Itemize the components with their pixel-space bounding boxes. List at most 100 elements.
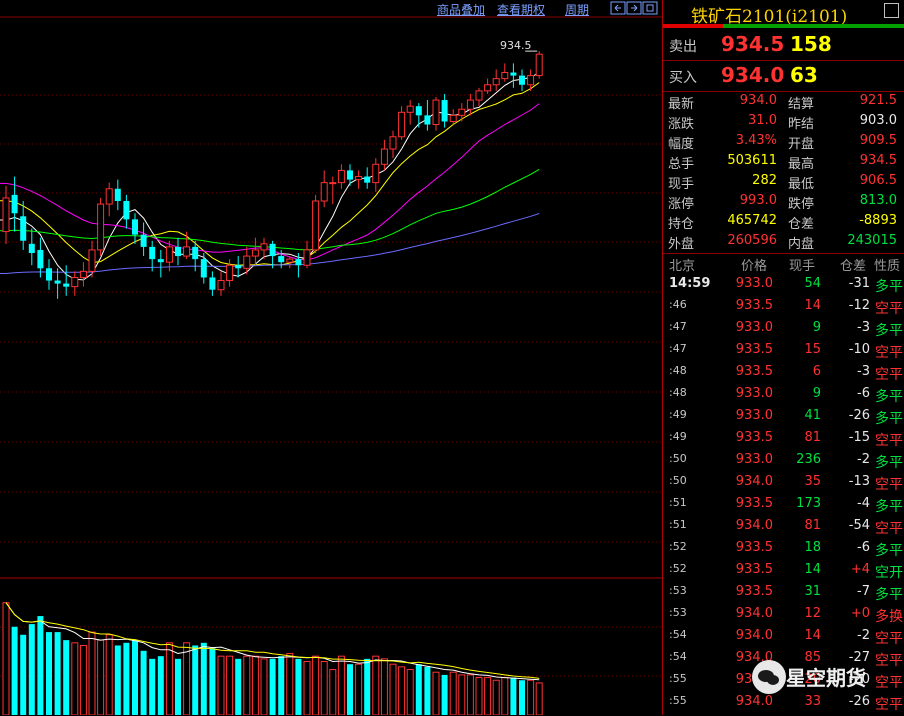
volume-bar	[484, 677, 492, 715]
view-options-link[interactable]: 查看期权	[497, 1, 545, 18]
tick-row[interactable]: :53 934.0 12 +0 多换	[663, 606, 904, 628]
ask-price: 934.5	[721, 32, 785, 56]
candle-body	[28, 243, 35, 253]
tick-row[interactable]: :48 933.5 6 -3 空平	[663, 364, 904, 386]
kline-chart-area[interactable]: 商品叠加 查看期权 周期 934.5	[0, 0, 662, 715]
period-link[interactable]: 周期	[565, 1, 589, 18]
tick-row[interactable]: :48 933.0 9 -6 多平	[663, 386, 904, 408]
quote-value: 903.0	[859, 113, 897, 128]
candle-body	[114, 188, 121, 201]
tick-row[interactable]: 14:59 933.0 54 -31 多平	[663, 276, 904, 298]
tick-row[interactable]: :52 933.5 14 +4 空开	[663, 562, 904, 584]
candle-body	[123, 201, 130, 220]
volume-bar	[165, 642, 173, 715]
tick-oi: +4	[850, 562, 870, 577]
quote-label: 总手	[668, 157, 695, 172]
candle-body	[132, 219, 138, 235]
volume-bar	[20, 634, 27, 715]
tick-oi: -4	[857, 496, 870, 511]
tick-row[interactable]: :53 933.5 31 -7 多平	[663, 584, 904, 606]
tick-nature: 多平	[875, 587, 903, 603]
quote-label: 持仓	[668, 217, 695, 232]
volume-bar	[243, 655, 251, 715]
nav-zoom-icon[interactable]	[642, 1, 658, 15]
candle-body	[380, 148, 388, 165]
volume-bar	[432, 671, 440, 715]
tick-row[interactable]: :50 933.0 236 -2 多平	[663, 452, 904, 474]
tick-price: 933.0	[735, 386, 773, 401]
volume-bar	[269, 658, 276, 715]
quote-row: 涨停 993.0 跌停 813.0	[663, 193, 904, 213]
tick-oi: -6	[857, 540, 870, 555]
tick-volume: 54	[804, 276, 821, 291]
quote-value: 3.43%	[735, 133, 777, 148]
quote-value: 921.5	[859, 93, 897, 108]
chart-nav-buttons[interactable]	[610, 1, 660, 16]
quote-value: 906.5	[859, 173, 897, 188]
tick-time: :54	[669, 650, 687, 663]
kline-chart-svg[interactable]	[0, 0, 662, 715]
candle-body	[347, 170, 353, 180]
tick-time: :47	[669, 342, 687, 355]
tick-oi: -2	[857, 452, 870, 467]
candle-body	[415, 106, 422, 116]
tick-oi: -2	[857, 628, 870, 643]
tick-row[interactable]: :52 933.5 18 -6 多平	[663, 540, 904, 562]
volume-bar	[149, 658, 156, 715]
volume-bar	[312, 655, 320, 715]
tick-volume: 15	[804, 342, 821, 357]
tick-row[interactable]: :50 934.0 35 -13 空平	[663, 474, 904, 496]
candle-body	[183, 246, 191, 257]
quote-row: 外盘 260596 内盘 243015	[663, 233, 904, 253]
tick-row[interactable]: :47 933.0 9 -3 多平	[663, 320, 904, 342]
candle-body	[2, 197, 10, 233]
volume-bar	[209, 648, 216, 715]
tick-nature: 多平	[875, 279, 903, 295]
tick-nature: 空平	[875, 301, 903, 317]
volume-bar	[286, 653, 294, 715]
candle-body	[251, 249, 259, 257]
candle-body	[484, 84, 492, 92]
candle-body	[501, 72, 509, 80]
tick-nature: 空平	[875, 477, 903, 493]
tick-volume: 9	[812, 386, 821, 401]
watermark: 星空期货	[752, 660, 902, 694]
tick-volume: 236	[796, 452, 821, 467]
tick-oi: -12	[848, 298, 870, 313]
tick-row[interactable]: :54 934.0 14 -2 空平	[663, 628, 904, 650]
candle-body	[157, 259, 164, 263]
quote-label: 现手	[668, 177, 695, 192]
tick-row[interactable]: :51 934.0 81 -54 空平	[663, 518, 904, 540]
tick-time: 14:59	[669, 276, 711, 291]
tick-row[interactable]: :47 933.5 15 -10 空平	[663, 342, 904, 364]
volume-bar	[458, 674, 466, 715]
candle-body	[243, 255, 251, 269]
tick-header-nature: 性质	[874, 259, 901, 274]
tick-volume: 81	[804, 518, 821, 533]
candle-body	[329, 182, 337, 185]
volume-bar	[200, 642, 207, 715]
tick-price: 934.0	[735, 628, 773, 643]
tick-volume: 31	[804, 584, 821, 599]
volume-bar	[355, 663, 363, 715]
tick-price: 933.5	[735, 584, 773, 599]
quote-value: 993.0	[739, 193, 777, 208]
tick-row[interactable]: :55 934.0 33 -26 空平	[663, 694, 904, 716]
candle-body	[320, 182, 328, 202]
window-restore-icon[interactable]	[884, 3, 899, 18]
tick-row[interactable]: :46 933.5 14 -12 空平	[663, 298, 904, 320]
candle-body	[226, 264, 234, 282]
tick-row[interactable]: :49 933.5 81 -15 空平	[663, 430, 904, 452]
candle-body	[527, 75, 535, 86]
tick-row[interactable]: :51 933.5 173 -4 多平	[663, 496, 904, 518]
volume-bar	[501, 677, 509, 715]
tick-oi: -54	[848, 518, 870, 533]
quote-label: 开盘	[788, 137, 815, 152]
quote-label: 外盘	[668, 237, 695, 252]
candle-body	[235, 265, 242, 269]
overlay-link[interactable]: 商品叠加	[437, 1, 485, 18]
candle-body	[475, 90, 483, 101]
tick-row[interactable]: :49 933.0 41 -26 多平	[663, 408, 904, 430]
tick-price: 933.5	[735, 540, 773, 555]
tick-oi: -13	[848, 474, 870, 489]
